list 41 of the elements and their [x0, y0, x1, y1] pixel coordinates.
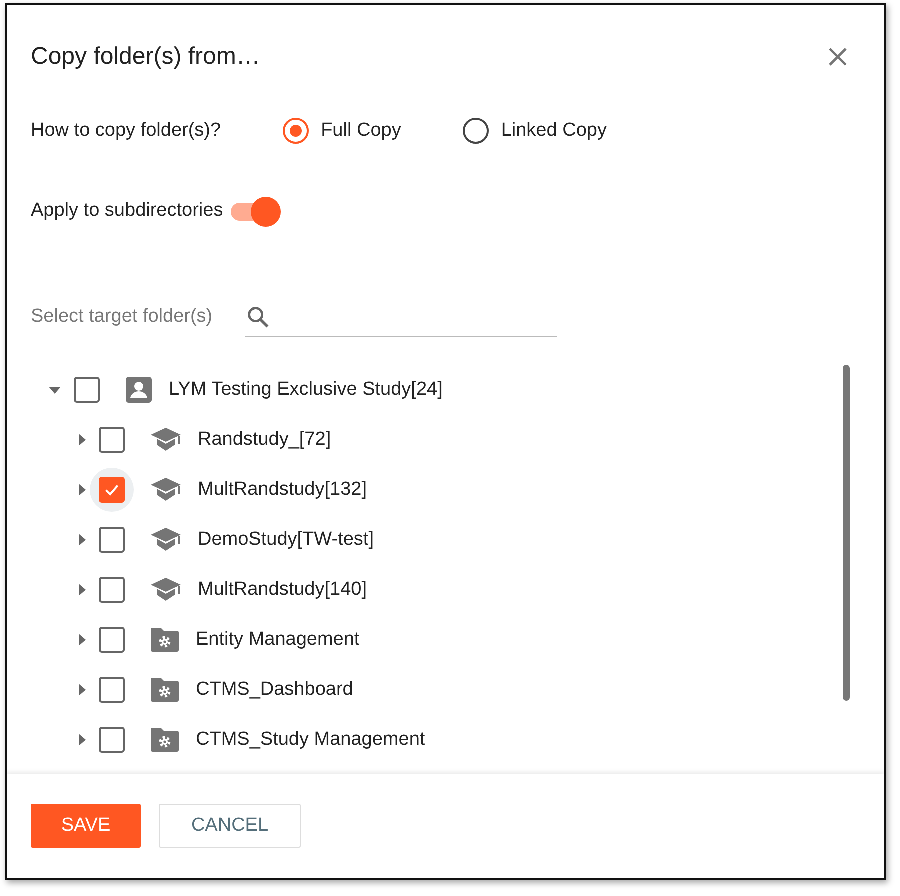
- tree-item-label[interactable]: CTMS_Study Management: [196, 729, 426, 751]
- checkbox[interactable]: [99, 677, 125, 703]
- checkbox[interactable]: [99, 427, 125, 453]
- caret-right-icon[interactable]: [79, 484, 86, 496]
- tree-item-label[interactable]: LYM Testing Exclusive Study[24]: [169, 379, 443, 401]
- caret-right-icon[interactable]: [79, 534, 86, 546]
- radio-option[interactable]: Full Copy: [283, 118, 402, 144]
- caret-down-icon[interactable]: [49, 386, 61, 394]
- cancel-button[interactable]: CANCEL: [159, 804, 301, 848]
- caret-right-icon[interactable]: [79, 634, 86, 646]
- dialog-title: Copy folder(s) from…: [31, 43, 260, 71]
- person-icon: [125, 376, 153, 404]
- checkbox[interactable]: [99, 527, 125, 553]
- caret-right-icon[interactable]: [79, 734, 86, 746]
- graduation-cap-icon: [150, 577, 182, 603]
- toggle-switch[interactable]: [229, 195, 282, 227]
- checkbox[interactable]: [99, 477, 125, 503]
- checkbox[interactable]: [99, 727, 125, 753]
- graduation-cap-icon: [150, 427, 182, 453]
- settings-folder-icon: [150, 677, 180, 703]
- tree-item-label[interactable]: MultRandstudy[132]: [198, 479, 367, 501]
- caret-right-icon[interactable]: [79, 584, 86, 596]
- scrollbar[interactable]: [843, 365, 850, 701]
- apply-subdirectories-label: Apply to subdirectories: [31, 200, 224, 222]
- copy-mode-label: How to copy folder(s)?: [31, 120, 222, 142]
- checkbox[interactable]: [99, 627, 125, 653]
- graduation-cap-icon: [150, 477, 182, 503]
- settings-folder-icon: [150, 627, 180, 653]
- settings-folder-icon: [150, 727, 180, 753]
- checkbox[interactable]: [74, 377, 100, 403]
- search-label: Select target folder(s): [31, 306, 213, 328]
- checkbox[interactable]: [99, 577, 125, 603]
- caret-right-icon[interactable]: [79, 684, 86, 696]
- tree-item-label[interactable]: Entity Management: [196, 629, 360, 651]
- caret-right-icon[interactable]: [79, 434, 86, 446]
- radio-option[interactable]: Linked Copy: [463, 118, 607, 144]
- graduation-cap-icon: [150, 527, 182, 553]
- tree-item-label[interactable]: DemoStudy[TW-test]: [198, 529, 374, 551]
- tree-item-label[interactable]: Randstudy_[72]: [198, 429, 332, 451]
- tree-item-label[interactable]: CTMS_Dashboard: [196, 679, 354, 701]
- tree-item-label[interactable]: MultRandstudy[140]: [198, 579, 367, 601]
